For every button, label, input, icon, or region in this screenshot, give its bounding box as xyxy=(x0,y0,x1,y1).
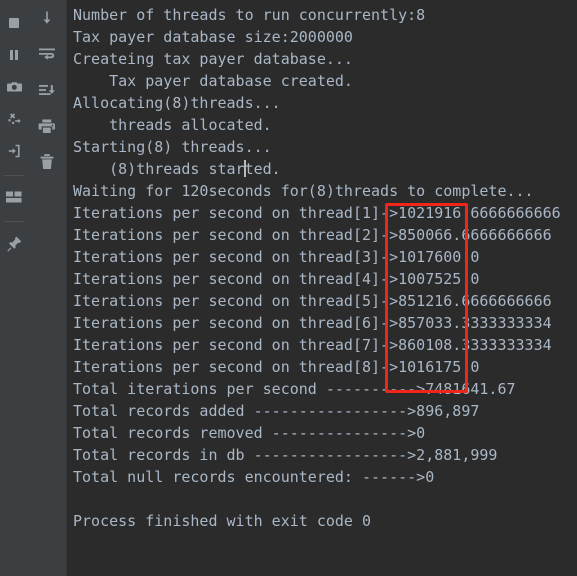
console-line: Process finished with exit code 0 xyxy=(73,512,372,530)
stop-icon[interactable] xyxy=(2,11,26,35)
console-line: Iterations per second on thread[7]->8601… xyxy=(73,336,552,354)
console-toolbars xyxy=(0,0,67,576)
console-view-toolbar xyxy=(28,0,66,576)
run-actions-toolbar xyxy=(0,0,28,576)
console-line: Iterations per second on thread[5]->8512… xyxy=(73,292,552,310)
console-line: Createing tax payer database... xyxy=(73,50,353,68)
console-line: Number of threads to run concurrently:8 xyxy=(73,6,426,24)
console-line: Starting(8) threads... xyxy=(73,138,272,156)
console-line: Iterations per second on thread[1]->1021… xyxy=(73,204,561,222)
soft-wrap-icon[interactable] xyxy=(35,42,59,66)
console-line: Iterations per second on thread[8]->1016… xyxy=(73,358,480,376)
scroll-to-end-icon[interactable] xyxy=(35,6,59,30)
console-line: (8)threads started. xyxy=(73,160,281,178)
rerun-failed-tests-icon[interactable] xyxy=(2,107,26,131)
run-console-window: Number of threads to run concurrently:8 T… xyxy=(0,0,577,576)
pause-icon[interactable] xyxy=(2,43,26,67)
console-text: Number of threads to run concurrently:8 T… xyxy=(73,4,577,532)
console-line: Iterations per second on thread[3]->1017… xyxy=(73,248,480,266)
console-line: Total records added ----------------->89… xyxy=(73,402,480,420)
import-icon[interactable] xyxy=(2,139,26,163)
console-line: Total records removed --------------->0 xyxy=(73,424,426,442)
console-line: Total records in db ----------------->2,… xyxy=(73,446,498,464)
console-line: Tax payer database size:2000000 xyxy=(73,28,353,46)
toolbar-divider-1 xyxy=(4,175,24,176)
console-line: Waiting for 120seconds for(8)threads to … xyxy=(73,182,534,200)
trash-icon[interactable] xyxy=(35,150,59,174)
print-icon[interactable] xyxy=(35,114,59,138)
console-line: Iterations per second on thread[6]->8570… xyxy=(73,314,552,332)
console-line: Iterations per second on thread[2]->8500… xyxy=(73,226,552,244)
console-line: threads allocated. xyxy=(73,116,272,134)
console-line: Total null records encountered: ------>0 xyxy=(73,468,435,486)
console-line: Iterations per second on thread[4]->1007… xyxy=(73,270,480,288)
camera-icon[interactable] xyxy=(2,75,26,99)
layout-icon[interactable] xyxy=(2,185,26,209)
pin-icon[interactable] xyxy=(2,231,26,255)
console-line: Allocating(8)threads... xyxy=(73,94,281,112)
sort-descending-icon[interactable] xyxy=(35,78,59,102)
console-line: Total iterations per second ---------->7… xyxy=(73,380,516,398)
toolbar-divider-2 xyxy=(4,221,24,222)
console-line: Tax payer database created. xyxy=(73,72,353,90)
console-output-pane[interactable]: Number of threads to run concurrently:8 T… xyxy=(67,0,577,576)
